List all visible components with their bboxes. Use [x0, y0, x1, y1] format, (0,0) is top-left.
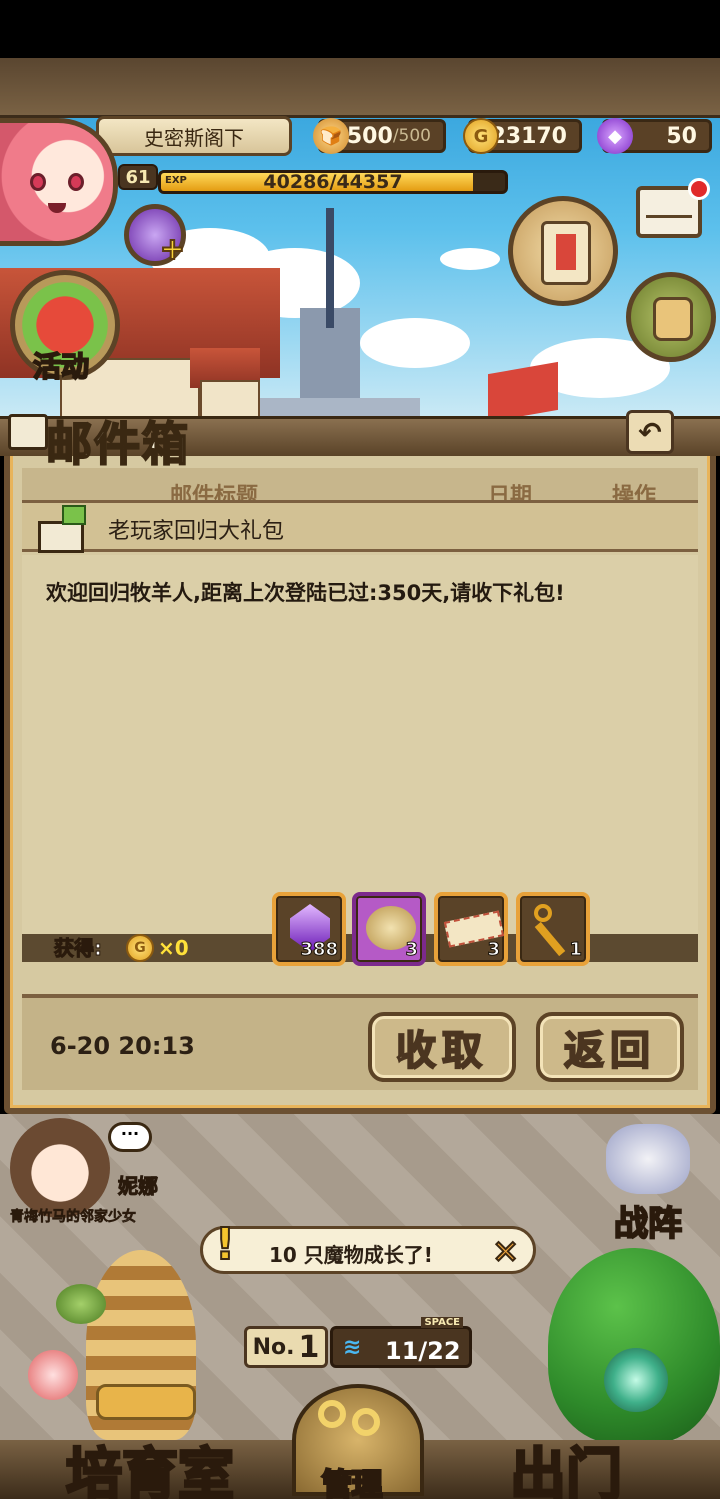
reward-item-key[interactable]: 1: [516, 892, 590, 966]
npc-portrait: [10, 1118, 110, 1218]
speech-bubble-icon: ···: [108, 1122, 152, 1152]
space-icon: ≋: [343, 1335, 362, 1360]
notification-dot: [688, 178, 710, 200]
reward-item-gem[interactable]: 388: [272, 892, 346, 966]
header-bar: [0, 58, 720, 118]
collect-button[interactable]: 收取: [368, 1012, 516, 1082]
green-egg-icon: [56, 1284, 106, 1324]
quest-scroll-button[interactable]: [508, 196, 618, 306]
player-name: 史密斯阁下: [144, 125, 244, 150]
stamina-current: 500: [346, 123, 393, 149]
ranch-number-badge: No. 1: [244, 1326, 328, 1368]
envelope-icon: [8, 414, 48, 450]
plus-icon: +: [159, 231, 186, 268]
player-name-plate: 史密斯阁下: [96, 116, 292, 156]
backpack-icon: [653, 297, 693, 341]
level-badge: 61: [118, 164, 158, 190]
npc-name: 妮娜: [118, 1174, 159, 1199]
mail-subject-row: 老玩家回归大礼包: [22, 500, 698, 553]
gem-amount: 50: [666, 123, 697, 149]
return-button[interactable]: 返回: [536, 1012, 684, 1082]
back-arrow-button[interactable]: ↶: [626, 410, 674, 454]
gold-coin-icon: G: [463, 118, 499, 154]
go-out-nav-button[interactable]: 出门: [509, 1430, 624, 1499]
gold-counter[interactable]: G 23170: [463, 118, 582, 154]
manage-label: 管理: [321, 1467, 384, 1499]
exp-bar: EXP 40286/44357: [158, 170, 508, 194]
envelope-icon: [646, 194, 692, 218]
reward-gold-amount: ×0: [158, 936, 189, 960]
npc-description: 青梅竹马的邻家少女: [10, 1209, 137, 1226]
mail-body-text: 欢迎回归牧羊人,距离上次登陆已过:350天,请收下礼包!: [46, 581, 565, 605]
golden-key-icon: [534, 904, 552, 922]
stamina-max: /500: [392, 126, 431, 146]
space-label: SPACE: [421, 1317, 463, 1328]
scroll-icon: [541, 221, 591, 285]
mail-footer: 6-20 20:13 收取 返回: [22, 994, 698, 1090]
gem-counter[interactable]: ◆ 50: [597, 118, 712, 154]
mailbox-header: 邮件箱 ↶: [0, 402, 720, 472]
growth-notice[interactable]: ! 10 只魔物成长了! ✕: [200, 1218, 536, 1274]
exp-text: 40286/44357: [263, 171, 403, 193]
npc-card[interactable]: ··· 妮娜 青梅竹马的邻家少女: [0, 1118, 180, 1230]
space-value: 11/22: [385, 1337, 461, 1365]
bread-icon: 🍞: [313, 118, 349, 154]
mail-date: 6-20 20:13: [50, 1032, 195, 1060]
event-button[interactable]: 活动: [10, 270, 120, 384]
gift-envelope-icon: [36, 505, 92, 553]
gold-coin-icon: G: [126, 934, 154, 962]
exclamation-icon: !: [214, 1218, 236, 1271]
formation-label: 战阵: [613, 1203, 683, 1245]
mailbox-title: 邮件箱: [45, 416, 190, 472]
player-avatar[interactable]: [0, 118, 118, 246]
keys-icon: [318, 1400, 346, 1428]
buy-gems-button[interactable]: +: [124, 204, 186, 268]
reward-item-ticket[interactable]: 3: [434, 892, 508, 966]
nursery-nav-button[interactable]: 培育室: [65, 1430, 236, 1499]
item-count: 3: [405, 939, 418, 961]
ranch-number-label: No.: [252, 1334, 295, 1360]
reward-item-bag[interactable]: 3: [352, 892, 426, 966]
space-box: ≋ SPACE 11/22: [330, 1317, 472, 1368]
monster-space-counter: No. 1 ≋ SPACE 11/22: [244, 1317, 472, 1368]
gold-amount: 23170: [490, 123, 567, 149]
mail-body: 欢迎回归牧羊人,距离上次登陆已过:350天,请收下礼包!: [22, 555, 698, 935]
notice-text: 10 只魔物成长了!: [269, 1243, 433, 1267]
backpack-button[interactable]: [626, 272, 716, 362]
event-label: 活动: [32, 349, 90, 384]
item-count: 3: [487, 939, 500, 961]
mail-button[interactable]: [636, 178, 710, 238]
item-count: 388: [300, 939, 339, 961]
status-bar: [0, 0, 720, 58]
manage-button[interactable]: 管理: [292, 1384, 424, 1499]
portal-icon: [604, 1348, 668, 1412]
gate-tree[interactable]: [548, 1248, 720, 1444]
monster-party-icon: [606, 1124, 690, 1194]
close-icon[interactable]: ✕: [491, 1232, 520, 1272]
nursery-nest[interactable]: [0, 1240, 210, 1450]
formation-button[interactable]: 战阵: [582, 1118, 714, 1245]
reward-label: 获得:: [54, 936, 103, 961]
mail-subject: 老玩家回归大礼包: [108, 519, 285, 544]
purple-gem-icon: ◆: [597, 118, 633, 154]
pink-egg-icon: [28, 1350, 78, 1400]
item-count: 1: [569, 939, 582, 961]
ranch-number-value: 1: [298, 1329, 320, 1365]
stamina-counter[interactable]: 🍞 500/500: [313, 118, 446, 154]
